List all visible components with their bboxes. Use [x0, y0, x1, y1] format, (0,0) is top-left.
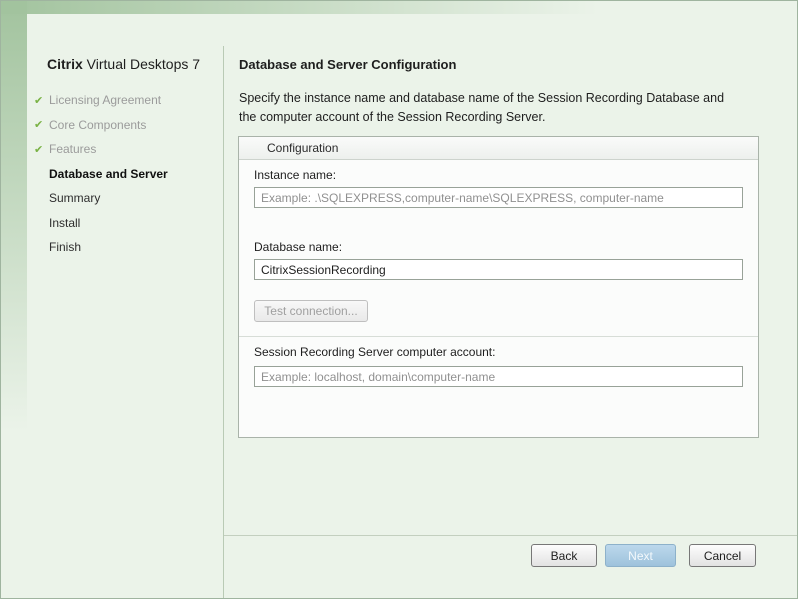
- cancel-button[interactable]: Cancel: [689, 544, 756, 567]
- step-label: Summary: [49, 191, 100, 205]
- step-label: Core Components: [49, 118, 146, 132]
- brand-name: Citrix: [47, 56, 83, 72]
- top-gradient-band: [1, 1, 797, 14]
- page-title: Database and Server Configuration: [239, 57, 456, 72]
- step-licensing-agreement: ✔ Licensing Agreement: [34, 88, 168, 113]
- server-account-label: Session Recording Server computer accoun…: [254, 345, 495, 359]
- step-core-components: ✔ Core Components: [34, 113, 168, 138]
- wizard-window: Citrix Virtual Desktops 7 ✔ Licensing Ag…: [0, 0, 798, 599]
- instance-name-label: Instance name:: [254, 168, 336, 182]
- groupbox-title: Configuration: [267, 141, 338, 155]
- check-icon: ✔: [34, 143, 49, 156]
- step-label: Features: [49, 142, 96, 156]
- check-icon: ✔: [34, 94, 49, 107]
- database-name-input[interactable]: [254, 259, 743, 280]
- left-gradient-band: [1, 1, 27, 598]
- check-icon: ✔: [34, 118, 49, 131]
- instance-name-input[interactable]: [254, 187, 743, 208]
- page-description: Specify the instance name and database n…: [239, 89, 741, 127]
- step-finish: Finish: [34, 235, 168, 260]
- step-database-and-server: Database and Server: [34, 162, 168, 187]
- next-button[interactable]: Next: [605, 544, 676, 567]
- step-summary: Summary: [34, 186, 168, 211]
- groupbox-header: Configuration: [239, 137, 758, 160]
- wizard-steps: ✔ Licensing Agreement ✔ Core Components …: [34, 88, 168, 260]
- step-label: Install: [49, 216, 80, 230]
- server-account-input[interactable]: [254, 366, 743, 387]
- step-features: ✔ Features: [34, 137, 168, 162]
- back-button[interactable]: Back: [531, 544, 597, 567]
- sidebar-separator: [223, 46, 224, 598]
- database-name-label: Database name:: [254, 240, 342, 254]
- brand-title: Citrix Virtual Desktops 7: [47, 56, 200, 72]
- groupbox-divider: [239, 336, 758, 337]
- step-label: Database and Server: [49, 167, 168, 181]
- step-label: Finish: [49, 240, 81, 254]
- test-connection-button[interactable]: Test connection...: [254, 300, 368, 322]
- product-name: Virtual Desktops 7: [83, 56, 200, 72]
- step-install: Install: [34, 211, 168, 236]
- footer-divider: [224, 535, 797, 536]
- configuration-groupbox: Configuration Instance name: Database na…: [238, 136, 759, 438]
- step-label: Licensing Agreement: [49, 93, 161, 107]
